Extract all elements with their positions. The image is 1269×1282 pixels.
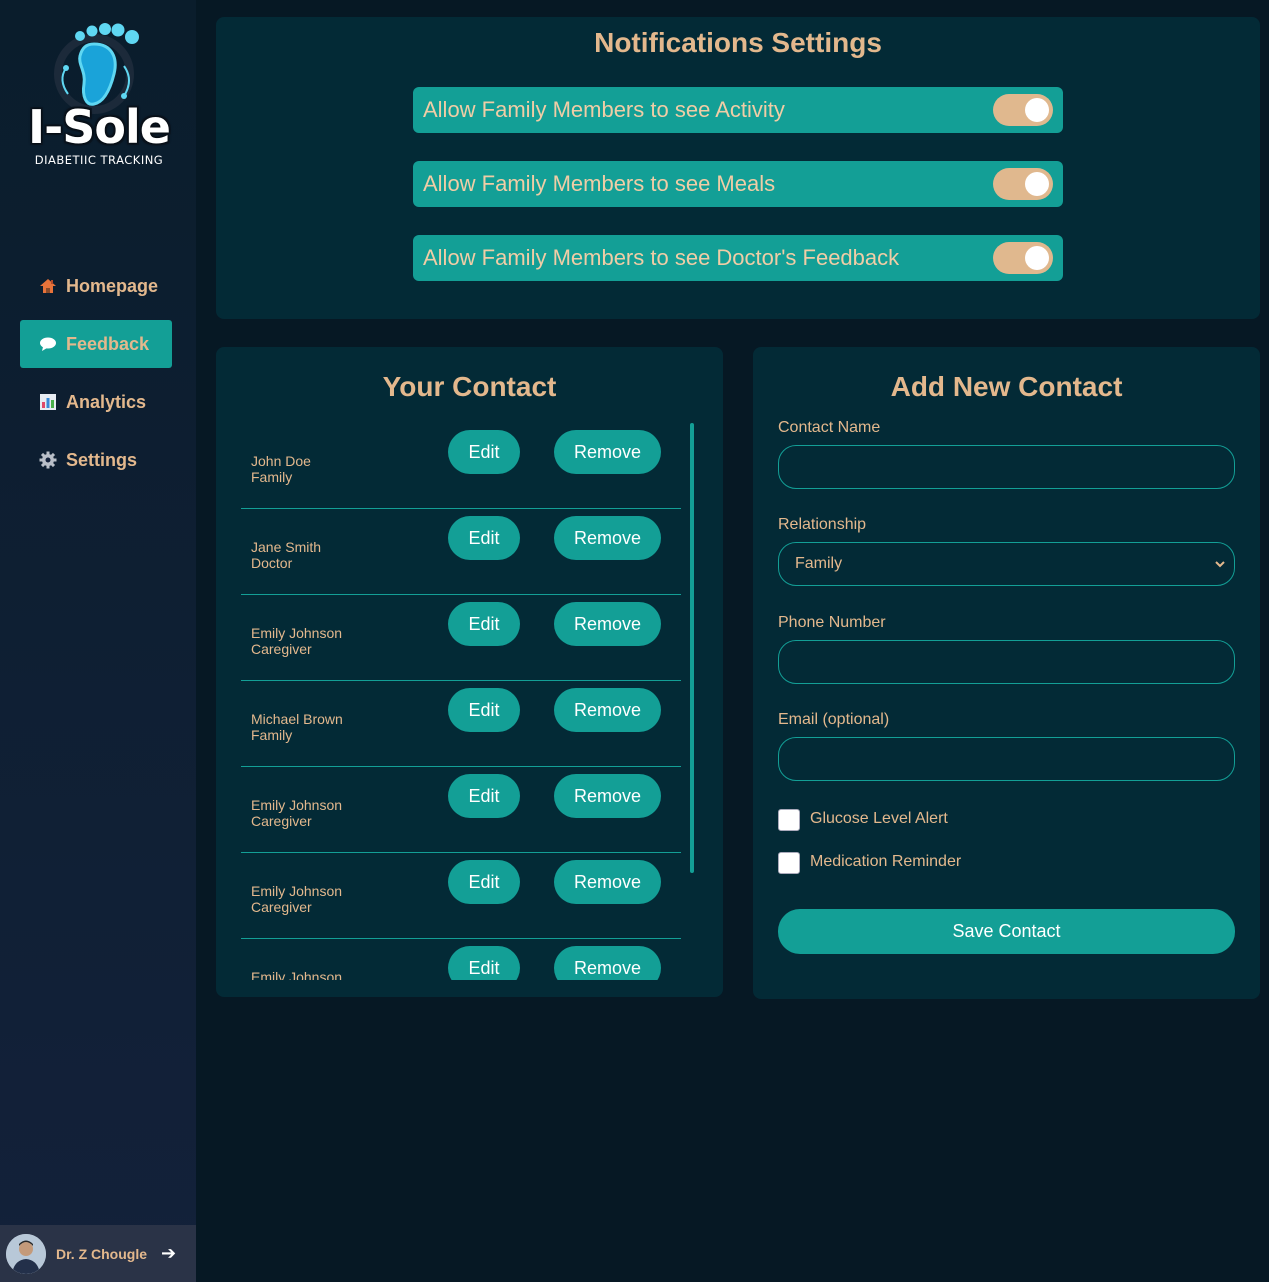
remove-button[interactable]: Remove xyxy=(554,688,661,732)
list-item: Emily Johnson Caregiver Edit Remove xyxy=(241,595,681,681)
contact-info: John Doe Family xyxy=(251,453,311,485)
contact-name: Emily Johnson xyxy=(251,969,343,980)
doctor-feedback-toggle-switch[interactable] xyxy=(993,242,1053,274)
save-contact-button[interactable]: Save Contact xyxy=(778,909,1235,954)
relationship-select[interactable]: Family xyxy=(778,542,1235,586)
remove-button[interactable]: Remove xyxy=(554,946,661,980)
contact-name: Emily Johnson xyxy=(251,625,343,641)
house-icon xyxy=(38,276,58,296)
sidebar-item-label: Analytics xyxy=(66,391,147,412)
contact-name: Michael Brown xyxy=(251,711,343,727)
medication-reminder-label: Medication Reminder xyxy=(810,853,962,870)
list-item: Jane Smith Doctor Edit Remove xyxy=(241,509,681,595)
remove-button[interactable]: Remove xyxy=(554,430,661,474)
glucose-alert-checkbox[interactable] xyxy=(778,809,800,831)
contact-list-scrollbar[interactable] xyxy=(690,423,694,873)
email-input[interactable] xyxy=(778,737,1235,781)
list-item: Emily Johnson Caregiver Edit Remove xyxy=(241,853,681,939)
contact-name-input[interactable] xyxy=(778,445,1235,489)
toggle-label: Allow Family Members to see Doctor's Fee… xyxy=(423,245,900,270)
contact-list[interactable]: John Doe Family Edit Remove Jane Smith Doc… xyxy=(241,423,681,980)
sidebar-item-analytics[interactable]: Analytics xyxy=(20,378,172,426)
contact-info: Emily Johnson Caregiver xyxy=(251,797,342,829)
edit-button[interactable]: Edit xyxy=(448,860,520,904)
logo: I-Sole DIABETIIC TRACKING xyxy=(16,18,182,178)
your-contact-title: Your Contact xyxy=(382,371,557,402)
edit-button[interactable]: Edit xyxy=(448,774,520,818)
toggle-row-activity: Allow Family Members to see Activity xyxy=(413,87,1063,133)
bar-chart-icon xyxy=(38,392,58,412)
user-profile: Dr. Z Chougle ➔ xyxy=(0,1225,196,1282)
contact-name: Emily Johnson xyxy=(251,883,343,899)
relationship-label: Relationship xyxy=(778,516,867,533)
contact-info: Jane Smith Doctor xyxy=(251,539,321,571)
edit-button[interactable]: Edit xyxy=(448,516,520,560)
sidebar-item-label: Feedback xyxy=(66,333,150,354)
contact-info: Emily Johnson Caregiver xyxy=(251,625,342,657)
your-contact-panel: Your Contact John Doe Family Edit Remove … xyxy=(216,347,723,997)
edit-button[interactable]: Edit xyxy=(448,602,520,646)
remove-button[interactable]: Remove xyxy=(554,516,661,560)
list-item: Michael Brown Family Edit Remove xyxy=(241,681,681,767)
sidebar: I-Sole DIABETIIC TRACKING Homepage Feedb… xyxy=(0,0,196,1282)
contact-info: Michael Brown Family xyxy=(251,711,343,743)
sidebar-item-settings[interactable]: Settings xyxy=(20,436,172,484)
glucose-alert-label: Glucose Level Alert xyxy=(810,810,948,827)
user-name: Dr. Z Chougle xyxy=(56,1245,147,1262)
notifications-panel: Notifications Settings Allow Family Memb… xyxy=(216,17,1260,319)
contact-info: Emily Johnson xyxy=(251,969,342,980)
arrow-right-icon[interactable]: ➔ xyxy=(161,1243,176,1264)
gear-icon xyxy=(38,450,58,470)
email-label: Email (optional) xyxy=(778,711,890,728)
relationship-value: Family xyxy=(795,555,843,572)
toggle-label: Allow Family Members to see Meals xyxy=(423,171,776,196)
notifications-title: Notifications Settings xyxy=(594,27,882,58)
brand-name: I-Sole xyxy=(28,100,171,154)
edit-button[interactable]: Edit xyxy=(448,430,520,474)
avatar[interactable] xyxy=(6,1233,46,1274)
add-contact-title: Add New Contact xyxy=(890,371,1123,402)
contact-name-label: Contact Name xyxy=(778,419,881,436)
sidebar-item-feedback[interactable]: Feedback xyxy=(20,320,172,368)
list-item: Emily Johnson Caregiver Edit Remove xyxy=(241,767,681,853)
toggle-knob xyxy=(1025,172,1049,196)
medication-reminder-checkbox[interactable] xyxy=(778,852,800,874)
edit-button[interactable]: Edit xyxy=(448,946,520,980)
edit-button[interactable]: Edit xyxy=(448,688,520,732)
contact-name: Emily Johnson xyxy=(251,797,343,813)
speech-bubble-icon xyxy=(38,334,58,354)
remove-button[interactable]: Remove xyxy=(554,860,661,904)
contact-relation: Family xyxy=(251,469,293,485)
meals-toggle-switch[interactable] xyxy=(993,168,1053,200)
sidebar-nav: Homepage Feedback Analytics Settings xyxy=(20,262,172,494)
list-item: John Doe Family Edit Remove xyxy=(241,423,681,509)
remove-button[interactable]: Remove xyxy=(554,774,661,818)
activity-toggle-switch[interactable] xyxy=(993,94,1053,126)
toggle-label: Allow Family Members to see Activity xyxy=(423,97,785,122)
phone-number-label: Phone Number xyxy=(778,614,886,631)
list-item: Emily Johnson Edit Remove xyxy=(241,939,681,980)
contact-relation: Caregiver xyxy=(251,813,312,829)
contact-relation: Doctor xyxy=(251,555,293,571)
add-contact-panel: Add New Contact Contact Name Relationshi… xyxy=(753,347,1260,999)
contact-relation: Caregiver xyxy=(251,899,312,915)
contact-name: Jane Smith xyxy=(251,539,322,555)
sidebar-item-label: Homepage xyxy=(66,275,159,296)
contact-relation: Family xyxy=(251,727,293,743)
brand-tagline: DIABETIIC TRACKING xyxy=(34,153,164,167)
sidebar-item-label: Settings xyxy=(66,449,138,470)
toggle-knob xyxy=(1025,98,1049,122)
contact-relation: Caregiver xyxy=(251,641,312,657)
phone-number-input[interactable] xyxy=(778,640,1235,684)
toggle-row-doctor-feedback: Allow Family Members to see Doctor's Fee… xyxy=(413,235,1063,281)
toggle-row-meals: Allow Family Members to see Meals xyxy=(413,161,1063,207)
sidebar-item-homepage[interactable]: Homepage xyxy=(20,262,172,310)
chevron-down-icon xyxy=(1215,561,1225,568)
toggle-knob xyxy=(1025,246,1049,270)
contact-name: John Doe xyxy=(251,453,311,469)
contact-info: Emily Johnson Caregiver xyxy=(251,883,342,915)
remove-button[interactable]: Remove xyxy=(554,602,661,646)
